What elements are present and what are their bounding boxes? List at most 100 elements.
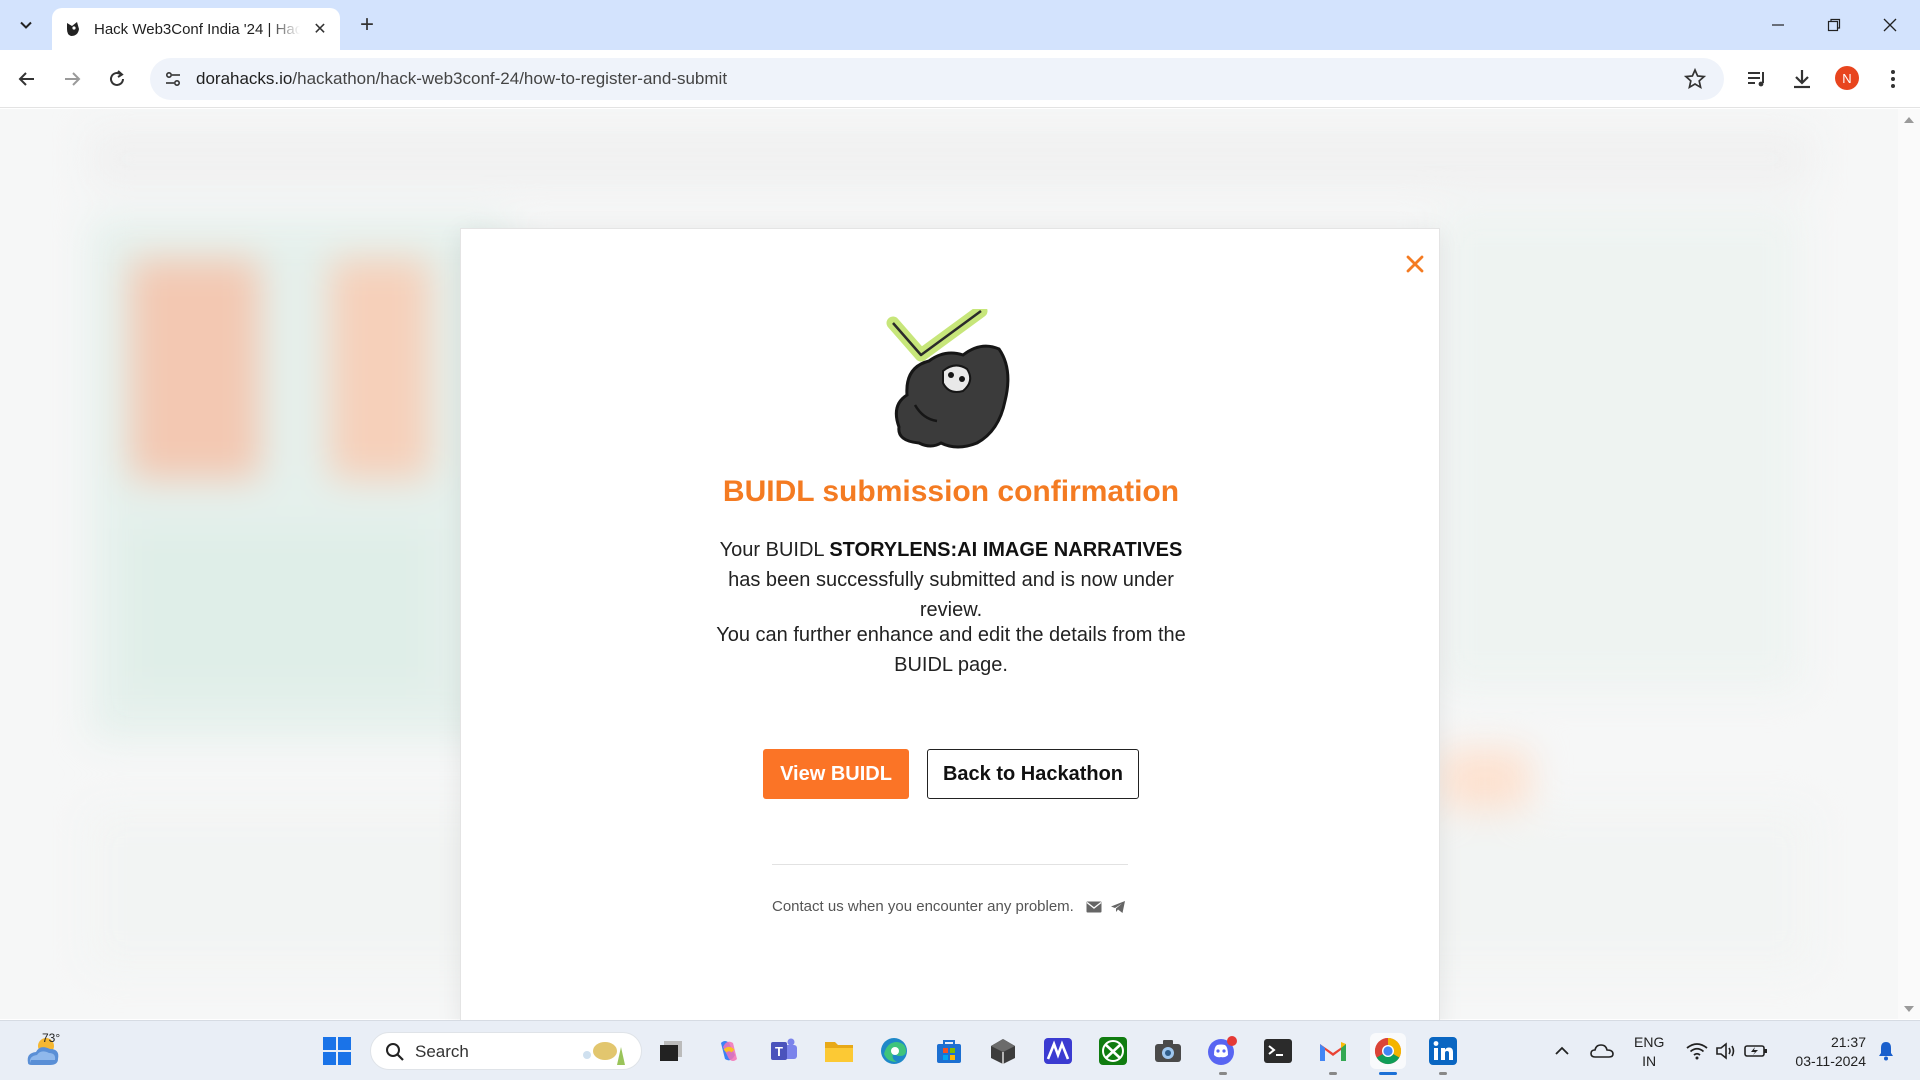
onedrive-tray[interactable] bbox=[1590, 1039, 1614, 1063]
menu-button[interactable] bbox=[1878, 64, 1908, 94]
volume-tray[interactable] bbox=[1714, 1039, 1738, 1063]
linkedin-icon bbox=[1429, 1037, 1457, 1065]
region-code: IN bbox=[1642, 1053, 1657, 1069]
restore-button[interactable] bbox=[1806, 0, 1862, 50]
project-name: STORYLENS:AI IMAGE NARRATIVES bbox=[829, 539, 1183, 561]
teams-icon: T bbox=[771, 1038, 797, 1060]
unity-hub-app[interactable] bbox=[985, 1033, 1021, 1069]
cube-icon bbox=[991, 1039, 1015, 1064]
teams-app[interactable]: T bbox=[766, 1033, 802, 1069]
camera-app[interactable] bbox=[1150, 1033, 1186, 1069]
back-button[interactable] bbox=[11, 63, 43, 95]
battery-tray[interactable] bbox=[1744, 1039, 1768, 1063]
email-icon[interactable] bbox=[1085, 899, 1103, 915]
math-app[interactable] bbox=[1040, 1033, 1076, 1069]
contact-text: Contact us when you encounter any proble… bbox=[772, 898, 1074, 915]
task-view-app[interactable] bbox=[653, 1033, 689, 1069]
tab-strip: Hack Web3Conf India '24 | Hack ✕ + bbox=[0, 0, 1920, 50]
show-hidden-icons-button[interactable] bbox=[1550, 1039, 1574, 1063]
telegram-icon[interactable] bbox=[1109, 899, 1127, 915]
scrollbar[interactable] bbox=[1898, 109, 1920, 1019]
scroll-down-arrow-icon[interactable] bbox=[1904, 1006, 1914, 1012]
scroll-up-arrow-icon[interactable] bbox=[1904, 117, 1914, 123]
wifi-icon bbox=[1686, 1043, 1708, 1060]
submission-message: Your BUIDL STORYLENS:AI IMAGE NARRATIVES… bbox=[701, 535, 1201, 625]
gmail-icon bbox=[1320, 1042, 1346, 1061]
microsoft-store-app[interactable] bbox=[931, 1033, 967, 1069]
file-explorer-app[interactable] bbox=[821, 1033, 857, 1069]
clock-date: 03-11-2024 bbox=[1795, 1053, 1866, 1069]
svg-text:T: T bbox=[775, 1044, 783, 1059]
math-icon bbox=[1044, 1038, 1072, 1064]
xbox-icon bbox=[1099, 1037, 1127, 1065]
tab-title: Hack Web3Conf India '24 | Hack bbox=[94, 20, 300, 38]
address-bar[interactable]: dorahacks.io/hackathon/hack-web3conf-24/… bbox=[150, 58, 1724, 100]
camera-icon bbox=[1155, 1040, 1181, 1062]
running-indicator bbox=[1329, 1072, 1337, 1075]
message-suffix: has been successfully submitted and is n… bbox=[728, 569, 1174, 621]
arrow-left-icon bbox=[18, 72, 34, 86]
search-icon bbox=[386, 1043, 404, 1061]
linkedin-app[interactable] bbox=[1425, 1033, 1461, 1075]
chevron-down-icon bbox=[20, 21, 32, 29]
windows-taskbar: 73° Search T ENG IN 21:37 03-11-2024 bbox=[0, 1020, 1920, 1080]
active-indicator bbox=[1379, 1072, 1397, 1075]
edge-app[interactable] bbox=[876, 1033, 912, 1069]
copilot-icon bbox=[721, 1041, 737, 1061]
input-language-indicator[interactable]: ENG IN bbox=[1634, 1033, 1664, 1071]
gmail-app[interactable] bbox=[1315, 1033, 1351, 1075]
site-info-icon[interactable] bbox=[162, 68, 184, 90]
new-tab-button[interactable]: + bbox=[352, 10, 382, 40]
chrome-app[interactable] bbox=[1370, 1033, 1406, 1075]
terminal-icon bbox=[1264, 1039, 1292, 1063]
modal-close-button[interactable] bbox=[1400, 249, 1430, 279]
reload-icon bbox=[110, 70, 124, 86]
search-highlight-icon bbox=[583, 1042, 625, 1065]
arrow-right-icon bbox=[65, 72, 81, 86]
search-placeholder: Search bbox=[415, 1042, 469, 1061]
folder-icon bbox=[825, 1042, 853, 1062]
download-icon bbox=[1794, 70, 1810, 89]
url-path: /hackathon/hack-web3conf-24/how-to-regis… bbox=[292, 69, 728, 88]
windows-start-icon[interactable] bbox=[322, 1036, 352, 1066]
discord-app[interactable] bbox=[1205, 1033, 1241, 1075]
copilot-app[interactable] bbox=[711, 1033, 747, 1069]
taskbar-search[interactable]: Search bbox=[370, 1032, 642, 1070]
clock-time: 21:37 bbox=[1830, 1034, 1866, 1050]
modal-divider bbox=[772, 864, 1128, 865]
profile-avatar[interactable]: N bbox=[1835, 66, 1859, 90]
store-icon bbox=[937, 1040, 961, 1063]
terminal-app[interactable] bbox=[1260, 1033, 1296, 1069]
media-control-button[interactable] bbox=[1742, 64, 1772, 94]
chevron-up-icon bbox=[1555, 1046, 1569, 1055]
weather-temperature: 73° bbox=[42, 1031, 61, 1045]
back-to-hackathon-button[interactable]: Back to Hackathon bbox=[927, 749, 1139, 799]
more-vertical-icon bbox=[1891, 70, 1895, 88]
minimize-icon bbox=[1772, 24, 1784, 26]
close-icon bbox=[1883, 18, 1897, 32]
view-buidl-button[interactable]: View BUIDL bbox=[763, 749, 909, 799]
close-icon bbox=[1406, 255, 1424, 273]
discord-icon bbox=[1208, 1036, 1237, 1065]
modal-title: BUIDL submission confirmation bbox=[722, 475, 1180, 508]
system-clock[interactable]: 21:37 03-11-2024 bbox=[1786, 1033, 1866, 1071]
browser-toolbar: dorahacks.io/hackathon/hack-web3conf-24/… bbox=[0, 50, 1920, 108]
url-text[interactable]: dorahacks.io/hackathon/hack-web3conf-24/… bbox=[196, 69, 727, 89]
tab-search-button[interactable] bbox=[10, 9, 42, 41]
xbox-app[interactable] bbox=[1095, 1033, 1131, 1069]
minimize-button[interactable] bbox=[1750, 0, 1806, 50]
cloud-icon bbox=[1590, 1044, 1614, 1058]
language-code: ENG bbox=[1634, 1034, 1665, 1050]
forward-button[interactable] bbox=[56, 63, 88, 95]
url-host: dorahacks.io bbox=[196, 69, 293, 88]
edge-icon bbox=[881, 1038, 907, 1064]
browser-tab[interactable]: Hack Web3Conf India '24 | Hack ✕ bbox=[52, 8, 340, 50]
downloads-button[interactable] bbox=[1787, 64, 1817, 94]
reload-button[interactable] bbox=[101, 63, 133, 95]
bookmark-star-icon[interactable] bbox=[1684, 68, 1706, 90]
playlist-icon bbox=[1748, 72, 1764, 87]
close-window-button[interactable] bbox=[1862, 0, 1918, 50]
wifi-tray[interactable] bbox=[1685, 1039, 1709, 1063]
notification-bell-icon[interactable] bbox=[1874, 1039, 1898, 1063]
tab-close-icon[interactable]: ✕ bbox=[310, 19, 330, 39]
